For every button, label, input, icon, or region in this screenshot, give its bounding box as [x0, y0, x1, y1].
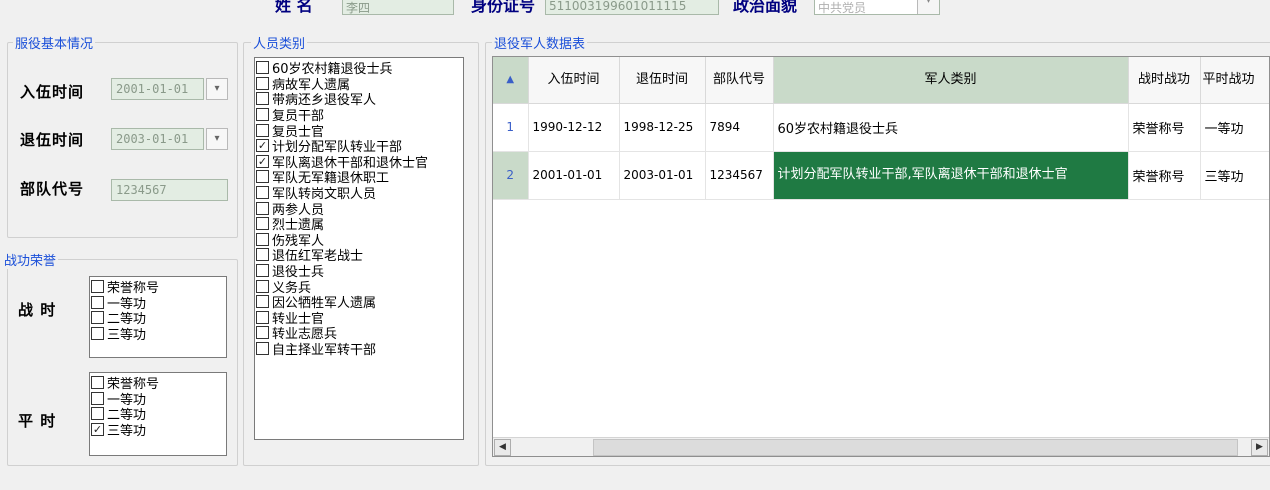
- checkbox-icon[interactable]: [256, 92, 269, 106]
- wartime-merit-list[interactable]: 荣誉称号 一等功 二等功 三等功: [89, 276, 227, 358]
- enlist-date-label: 入伍时间: [20, 83, 85, 101]
- sort-icon: ▲: [506, 74, 515, 86]
- service-group-title: 服役基本情况: [13, 33, 96, 52]
- name-label: 姓 名: [275, 0, 313, 15]
- peacetime-merit-label: 三等功: [107, 424, 147, 440]
- peacetime-label: 平 时: [18, 412, 57, 430]
- personnel-group-title: 人员类别: [251, 33, 308, 52]
- enlist-date-dropdown-icon[interactable]: ▾: [206, 78, 228, 100]
- checkbox-checked-icon[interactable]: ✓: [91, 423, 104, 437]
- scroll-thumb[interactable]: [593, 439, 1238, 456]
- cell-war-merit[interactable]: 荣誉称号: [1128, 151, 1201, 200]
- wartime-merit-item[interactable]: 三等功: [90, 326, 226, 344]
- cell-peace-merit[interactable]: 一等功: [1200, 103, 1269, 152]
- checkbox-icon[interactable]: [91, 376, 104, 390]
- checkbox-icon[interactable]: [256, 248, 269, 262]
- id-number-label: 身份证号: [471, 0, 536, 15]
- checkbox-icon[interactable]: [256, 108, 269, 122]
- personnel-category-item[interactable]: 自主择业军转干部: [255, 341, 463, 358]
- unit-code-label: 部队代号: [20, 180, 85, 198]
- discharge-date-dropdown-icon[interactable]: ▾: [206, 128, 228, 150]
- horizontal-scrollbar[interactable]: ◀ ▶: [493, 437, 1269, 456]
- col-category[interactable]: 军人类别: [773, 57, 1129, 104]
- politics-combobox[interactable]: 中共党员: [814, 0, 940, 15]
- col-peace-merit[interactable]: 平时战功: [1200, 57, 1269, 104]
- checkbox-icon[interactable]: [91, 327, 104, 341]
- row-number[interactable]: 2: [493, 151, 529, 200]
- cell-peace-merit[interactable]: 三等功: [1200, 151, 1269, 200]
- checkbox-icon[interactable]: [91, 295, 104, 309]
- personnel-category-list[interactable]: 60岁农村籍退役士兵 病故军人遗属 带病还乡退役军人 复员干部 复员士官 ✓ 计划分配军队转…: [254, 57, 464, 440]
- checkbox-icon[interactable]: [256, 76, 269, 90]
- wartime-merit-label: 三等功: [107, 328, 147, 344]
- veteran-data-grid[interactable]: ▲ 入伍时间 退伍时间 部队代号 军人类别 战时战功 平时战功 1 1990-1…: [492, 56, 1270, 457]
- row-header-corner[interactable]: ▲: [493, 57, 529, 104]
- checkbox-icon[interactable]: [256, 217, 269, 231]
- cell-category[interactable]: 60岁农村籍退役士兵: [773, 103, 1129, 152]
- cell-unit[interactable]: 7894: [705, 103, 774, 152]
- checkbox-icon[interactable]: [256, 295, 269, 309]
- cell-discharge[interactable]: 2003-01-01: [619, 151, 706, 200]
- checkbox-icon[interactable]: [91, 391, 104, 405]
- name-field[interactable]: 李四: [342, 0, 454, 15]
- cell-enlist[interactable]: 1990-12-12: [528, 103, 620, 152]
- table-row[interactable]: 1 1990-12-12 1998-12-25 7894 60岁农村籍退役士兵 …: [493, 103, 1269, 152]
- peacetime-merit-item[interactable]: ✓ 三等功: [90, 422, 226, 440]
- cell-war-merit[interactable]: 荣誉称号: [1128, 103, 1201, 152]
- grid-table: ▲ 入伍时间 退伍时间 部队代号 军人类别 战时战功 平时战功 1 1990-1…: [493, 57, 1269, 200]
- checkbox-icon[interactable]: [256, 341, 269, 355]
- checkbox-icon[interactable]: [256, 186, 269, 200]
- cell-category[interactable]: 计划分配军队转业干部,军队离退休干部和退休士官: [773, 151, 1129, 200]
- politics-value: 中共党员: [818, 1, 867, 15]
- scroll-left-icon[interactable]: ◀: [494, 439, 511, 456]
- checkbox-icon[interactable]: [256, 61, 269, 75]
- cell-enlist[interactable]: 2001-01-01: [528, 151, 620, 200]
- checkbox-icon[interactable]: [91, 407, 104, 421]
- col-discharge[interactable]: 退伍时间: [619, 57, 706, 104]
- checkbox-icon[interactable]: [256, 170, 269, 184]
- checkbox-icon[interactable]: [256, 201, 269, 215]
- checkbox-checked-icon[interactable]: ✓: [256, 139, 269, 153]
- cell-discharge[interactable]: 1998-12-25: [619, 103, 706, 152]
- checkbox-icon[interactable]: [256, 279, 269, 293]
- enlist-date-field[interactable]: 2001-01-01: [111, 78, 204, 100]
- checkbox-icon[interactable]: [256, 264, 269, 278]
- dropdown-icon[interactable]: [917, 0, 939, 14]
- merit-group-title: 战功荣誉: [2, 250, 59, 269]
- checkbox-icon[interactable]: [91, 311, 104, 325]
- checkbox-icon[interactable]: [256, 310, 269, 324]
- unit-code-field[interactable]: 1234567: [111, 179, 228, 201]
- checkbox-icon[interactable]: [91, 280, 104, 294]
- wartime-label: 战 时: [18, 301, 57, 319]
- col-war-merit[interactable]: 战时战功: [1128, 57, 1201, 104]
- politics-label: 政治面貌: [733, 0, 798, 15]
- col-unit[interactable]: 部队代号: [705, 57, 774, 104]
- checkbox-icon[interactable]: [256, 326, 269, 340]
- discharge-date-label: 退伍时间: [20, 131, 85, 149]
- discharge-date-field[interactable]: 2003-01-01: [111, 128, 204, 150]
- table-group-title: 退役军人数据表: [492, 33, 588, 52]
- personnel-category-label: 自主择业军转干部: [272, 342, 377, 358]
- id-number-field[interactable]: 511003199601011115: [545, 0, 719, 15]
- checkbox-icon[interactable]: [256, 123, 269, 137]
- col-enlist[interactable]: 入伍时间: [528, 57, 620, 104]
- peacetime-merit-list[interactable]: 荣誉称号 一等功 二等功 ✓ 三等功: [89, 372, 227, 456]
- cell-unit[interactable]: 1234567: [705, 151, 774, 200]
- scroll-right-icon[interactable]: ▶: [1251, 439, 1268, 456]
- table-row[interactable]: 2 2001-01-01 2003-01-01 1234567 计划分配军队转业…: [493, 151, 1269, 200]
- checkbox-icon[interactable]: [256, 232, 269, 246]
- checkbox-checked-icon[interactable]: ✓: [256, 154, 269, 168]
- row-number[interactable]: 1: [493, 103, 529, 152]
